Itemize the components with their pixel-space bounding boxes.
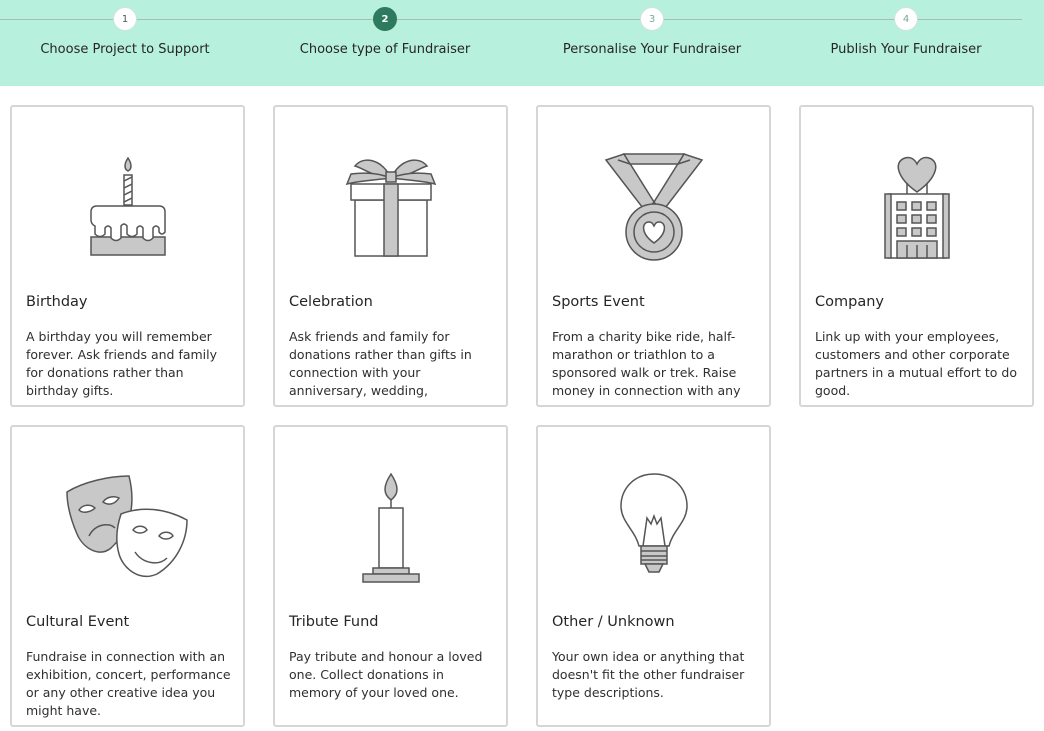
step-3-label: Personalise Your Fundraiser [562,42,742,57]
card-description: From a charity bike ride, half-marathon … [552,329,741,398]
card-description: Your own idea or anything that doesn't f… [552,649,745,700]
fundraiser-stepper: 1 Choose Project to Support 2 Choose typ… [0,0,1044,86]
card-title: Cultural Event [26,614,130,630]
fundraiser-type-card-company[interactable]: Company Link up with your employees, cus… [799,105,1034,407]
step-2-label[interactable]: Choose type of Fundraiser [300,42,471,57]
card-title: Celebration [289,294,373,310]
card-description: A birthday you will remember forever. As… [26,329,218,398]
candle-icon [275,465,506,590]
fundraiser-type-card-other-unknown[interactable]: Other / Unknown Your own idea or anythin… [536,425,771,727]
step-1-number[interactable]: 1 [113,7,137,31]
card-description: Pay tribute and honour a loved one. Coll… [289,649,483,700]
fundraiser-type-card-birthday[interactable]: Birthday A birthday you will remember fo… [10,105,245,407]
step-4-label: Publish Your Fundraiser [830,42,982,57]
step-2-number[interactable]: 2 [373,7,397,31]
step-1-label[interactable]: Choose Project to Support [40,42,209,57]
fundraiser-type-card-sports-event[interactable]: Sports Event From a charity bike ride, h… [536,105,771,407]
card-title: Sports Event [552,294,645,310]
theatre-masks-icon [12,465,243,590]
card-description: Ask friends and family for donations rat… [289,329,472,398]
step-4-number: 4 [894,7,918,31]
card-title: Other / Unknown [552,614,675,630]
card-title: Company [815,294,884,310]
card-description: Fundraise in connection with an exhibiti… [26,649,231,718]
fundraiser-type-card-tribute-fund[interactable]: Tribute Fund Pay tribute and honour a lo… [273,425,508,727]
lightbulb-icon [538,465,769,590]
card-title: Tribute Fund [289,614,379,630]
fundraiser-type-card-celebration[interactable]: Celebration Ask friends and family for d… [273,105,508,407]
step-3-number: 3 [640,7,664,31]
medal-icon [538,145,769,270]
company-building-icon [801,145,1032,270]
stepper-progress-line [0,19,1022,20]
fundraiser-type-card-cultural-event[interactable]: Cultural Event Fundraise in connection w… [10,425,245,727]
card-description: Link up with your employees, customers a… [815,329,1017,398]
card-title: Birthday [26,294,88,310]
birthday-cake-icon [12,145,243,270]
gift-box-icon [275,145,506,270]
